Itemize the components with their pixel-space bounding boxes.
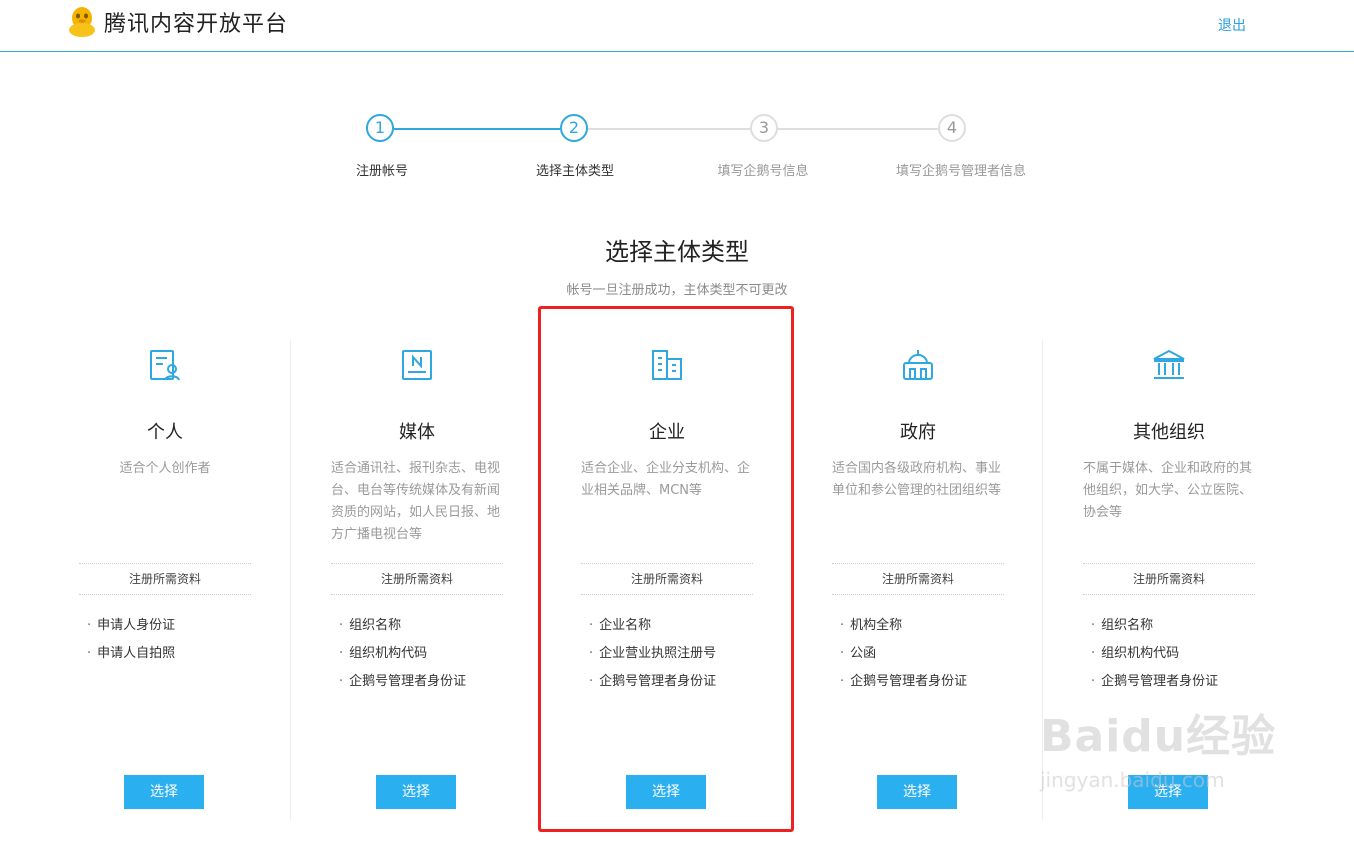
watermark: Baidu经验 jingyan.baidu.com (1040, 700, 1276, 792)
entity-name: 媒体 (399, 422, 435, 443)
highlight-frame (538, 306, 794, 832)
site-title: 腾讯内容开放平台 (104, 12, 289, 37)
step-2-circle: 2 (560, 114, 588, 142)
institution-icon (1151, 347, 1187, 383)
top-header: 腾讯内容开放平台 退出 (0, 0, 1354, 52)
entity-description: 不属于媒体、企业和政府的其他组织，如大学、公立医院、协会等 (1083, 461, 1253, 520)
person-card-icon (147, 347, 183, 383)
requirements-header: 注册所需资料 (79, 563, 251, 595)
newspaper-icon (399, 347, 435, 383)
watermark-sub: jingyan.baidu.com (1040, 768, 1225, 792)
step-connector-pending (588, 128, 750, 130)
requirements-list: · 组织名称 · 组织机构代码 · 企鹅号管理者身份证 (339, 612, 466, 696)
entity-name: 政府 (900, 422, 936, 443)
list-item: · 组织机构代码 (1091, 646, 1180, 661)
government-building-icon (900, 347, 936, 383)
penguin-logo-icon (66, 6, 98, 38)
step-1-label: 注册帐号 (355, 164, 409, 179)
step-4-label: 填写企鹅号管理者信息 (895, 164, 1027, 179)
list-item: · 公函 (840, 646, 877, 661)
page-subtitle: 帐号一旦注册成功，主体类型不可更改 (566, 283, 788, 298)
list-item: · 机构全称 (840, 618, 903, 633)
list-item: · 组织名称 (1091, 618, 1154, 633)
requirements-list: · 机构全称 · 公函 · 企鹅号管理者身份证 (840, 612, 967, 696)
page-title: 选择主体类型 (605, 238, 749, 266)
requirements-header: 注册所需资料 (1083, 563, 1255, 595)
step-connector-done (394, 128, 560, 130)
step-connector-pending (778, 128, 938, 130)
entity-card-media: 媒体 适合通讯社、报刊杂志、电视台、电台等传统媒体及有新闻资质的网站，如人民日报… (290, 340, 541, 820)
watermark-main: Baidu经验 (1040, 711, 1277, 762)
select-government-button[interactable]: 选择 (877, 775, 957, 809)
list-item: · 企鹅号管理者身份证 (339, 674, 467, 689)
requirements-header: 注册所需资料 (331, 563, 503, 595)
list-item: · 组织机构代码 (339, 646, 428, 661)
requirements-list: · 组织名称 · 组织机构代码 · 企鹅号管理者身份证 (1091, 612, 1218, 696)
site-logo[interactable]: 腾讯内容开放平台 (66, 6, 288, 38)
step-2-label: 选择主体类型 (535, 164, 615, 179)
select-media-button[interactable]: 选择 (376, 775, 456, 809)
list-item: · 企鹅号管理者身份证 (1091, 674, 1219, 689)
list-item: · 企鹅号管理者身份证 (840, 674, 968, 689)
step-1-circle: 1 (366, 114, 394, 142)
step-3-circle: 3 (750, 114, 778, 142)
entity-name: 其他组织 (1133, 422, 1205, 443)
select-personal-button[interactable]: 选择 (124, 775, 204, 809)
entity-description: 适合通讯社、报刊杂志、电视台、电台等传统媒体及有新闻资质的网站，如人民日报、地方… (331, 461, 501, 542)
list-item: · 申请人身份证 (87, 618, 176, 633)
step-3-label: 填写企鹅号信息 (717, 164, 809, 179)
registration-stepper: 1 2 3 4 注册帐号 选择主体类型 填写企鹅号信息 填写企鹅号管理者信息 (0, 110, 1354, 190)
list-item: · 组织名称 (339, 618, 402, 633)
logout-link[interactable]: 退出 (1218, 15, 1246, 35)
list-item: · 申请人自拍照 (87, 646, 176, 661)
step-4-circle: 4 (938, 114, 966, 142)
requirements-list: · 申请人身份证 · 申请人自拍照 (87, 612, 175, 668)
entity-description: 适合国内各级政府机构、事业单位和参公管理的社团组织等 (832, 461, 1002, 498)
entity-description: 适合个人创作者 (119, 461, 211, 476)
requirements-header: 注册所需资料 (832, 563, 1004, 595)
entity-name: 个人 (147, 422, 183, 443)
